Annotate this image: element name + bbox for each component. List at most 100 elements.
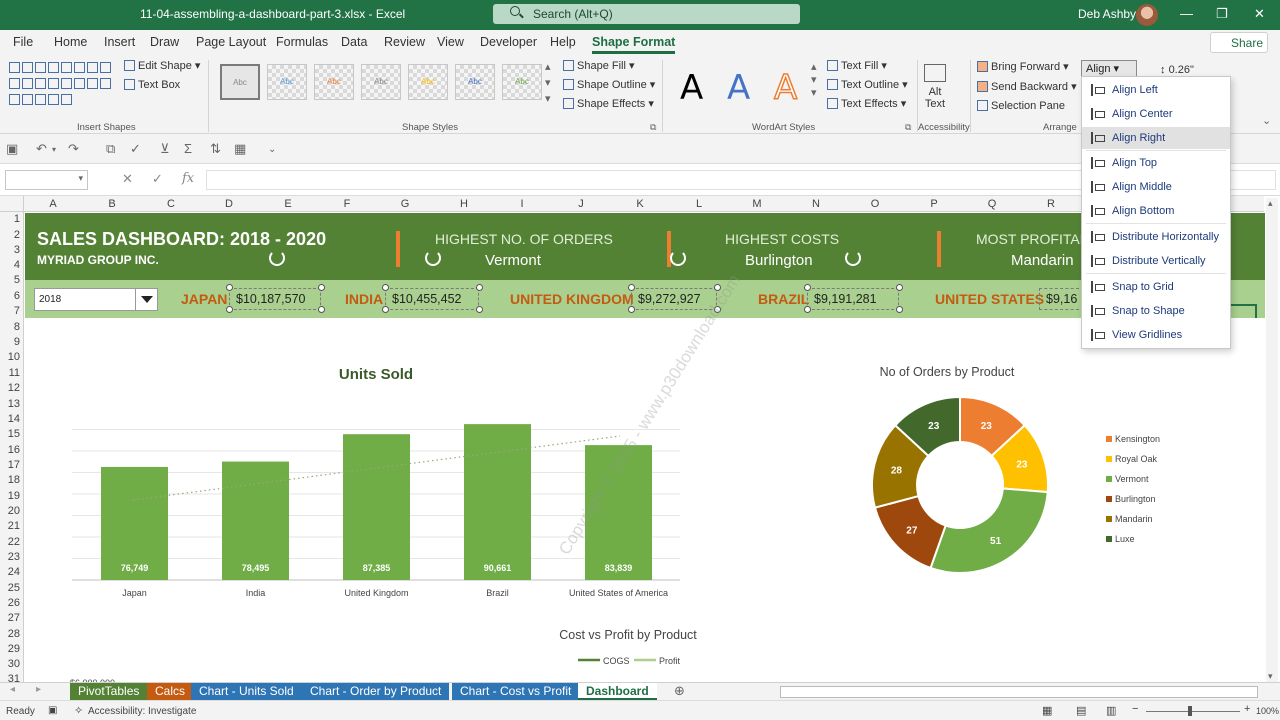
vertical-scrollbar[interactable]: ▴ ▾	[1266, 198, 1278, 682]
row-header[interactable]: 26	[8, 597, 20, 609]
tab-insert[interactable]: Insert	[104, 35, 135, 49]
edit-shape-button[interactable]: Edit Shape ▾	[124, 59, 200, 72]
undo-dropdown-icon[interactable]: ▾	[52, 145, 56, 154]
shapes-gallery[interactable]	[8, 61, 118, 113]
resize-handle[interactable]	[476, 306, 483, 313]
scroll-down-icon[interactable]: ▾	[1268, 671, 1273, 682]
column-header[interactable]: A	[43, 198, 63, 210]
country-amount[interactable]: $9,191,281	[807, 288, 899, 310]
shape-style-1[interactable]: Abc	[220, 64, 260, 100]
align-button[interactable]: Align ▾	[1081, 60, 1137, 77]
page-layout-icon[interactable]: ▤	[1076, 704, 1086, 717]
column-header[interactable]: C	[161, 198, 181, 210]
country-amount[interactable]: $9,272,927	[631, 288, 717, 310]
resize-handle[interactable]	[226, 284, 233, 291]
tab-developer[interactable]: Developer	[480, 35, 537, 49]
rotate-handle-icon[interactable]	[670, 250, 686, 266]
shape-style-6[interactable]: Abc	[455, 64, 495, 100]
column-header[interactable]: P	[924, 198, 944, 210]
wordart-scroll[interactable]: ▴ ▾ ▾	[811, 60, 817, 99]
tab-home[interactable]: Home	[54, 35, 87, 49]
align-menu-item-view-gridlines[interactable]: View Gridlines	[1082, 324, 1230, 346]
avatar[interactable]	[1136, 4, 1158, 26]
rotate-handle-icon[interactable]	[425, 250, 441, 266]
customize-qat-icon[interactable]: ⌄	[268, 144, 276, 155]
column-header[interactable]: L	[689, 198, 709, 210]
column-header[interactable]: O	[865, 198, 885, 210]
row-header[interactable]: 15	[8, 428, 20, 440]
minimize-icon[interactable]: —	[1180, 6, 1193, 21]
cancel-icon[interactable]: ✕	[122, 171, 133, 187]
sheet-tab-chart-order-by-product[interactable]: Chart - Order by Product	[302, 683, 450, 700]
tab-page-layout[interactable]: Page Layout	[196, 35, 266, 49]
column-header[interactable]: I	[512, 198, 532, 210]
autosum-icon[interactable]: Σ	[184, 141, 192, 156]
status-accessibility[interactable]: Accessibility: Investigate	[88, 706, 196, 717]
sheet-tab-pivottables[interactable]: PivotTables	[70, 683, 148, 700]
normal-view-icon[interactable]: ▦	[1042, 704, 1052, 717]
styles-scroll-up[interactable]: ▴	[545, 60, 551, 73]
row-header[interactable]: 22	[8, 536, 20, 548]
enter-icon[interactable]: ✓	[152, 171, 163, 187]
row-header[interactable]: 25	[8, 582, 20, 594]
row-header[interactable]: 18	[8, 474, 20, 486]
column-header[interactable]: H	[454, 198, 474, 210]
tab-shape-format[interactable]: Shape Format	[592, 35, 676, 54]
resize-handle[interactable]	[896, 284, 903, 291]
new-sheet-icon[interactable]: ⊕	[674, 683, 685, 699]
camera-icon[interactable]: ⧉	[106, 141, 115, 157]
zoom-level[interactable]: 100%	[1256, 706, 1279, 716]
zoom-in-icon[interactable]: +	[1244, 703, 1250, 715]
shape-effects-button[interactable]: Shape Effects ▾	[563, 97, 654, 110]
shape-style-2[interactable]: Abc	[267, 64, 307, 100]
select-all-corner[interactable]	[0, 196, 24, 212]
align-menu-item-align-right[interactable]: Align Right	[1082, 127, 1230, 149]
row-header[interactable]: 3	[14, 244, 20, 256]
align-menu-item-distribute-horizontally[interactable]: Distribute Horizontally	[1082, 226, 1230, 248]
tab-view[interactable]: View	[437, 35, 464, 49]
country-amount[interactable]: $9,16	[1039, 288, 1079, 310]
row-header[interactable]: 5	[14, 274, 20, 286]
sheet-tab-chart-units-sold[interactable]: Chart - Units Sold	[191, 683, 302, 700]
styles-more[interactable]: ▾	[545, 92, 551, 105]
column-header[interactable]: B	[102, 198, 122, 210]
wordart-style-black[interactable]: A	[680, 68, 703, 108]
row-header[interactable]: 14	[8, 413, 20, 425]
row-header[interactable]: 30	[8, 658, 20, 670]
undo-icon[interactable]: ↶	[36, 141, 47, 157]
align-menu-item-align-bottom[interactable]: Align Bottom	[1082, 200, 1230, 222]
tab-formulas[interactable]: Formulas	[276, 35, 328, 49]
tab-draw[interactable]: Draw	[150, 35, 179, 49]
sheet-tab-calcs[interactable]: Calcs	[147, 683, 194, 700]
shape-style-5[interactable]: Abc	[408, 64, 448, 100]
column-header[interactable]: M	[747, 198, 767, 210]
text-box-button[interactable]: Text Box	[124, 79, 180, 91]
rotate-handle-icon[interactable]	[845, 250, 861, 266]
row-header[interactable]: 29	[8, 643, 20, 655]
country-amount[interactable]: $10,455,452	[385, 288, 479, 310]
align-menu-item-align-middle[interactable]: Align Middle	[1082, 176, 1230, 198]
styles-scroll-down[interactable]: ▾	[545, 76, 551, 89]
prev-sheet-icon[interactable]: ◂	[10, 684, 15, 695]
tab-data[interactable]: Data	[341, 35, 367, 49]
column-header[interactable]: N	[806, 198, 826, 210]
rotate-handle-icon[interactable]	[269, 250, 285, 266]
horizontal-scrollbar[interactable]	[780, 686, 1258, 698]
column-header[interactable]: D	[219, 198, 239, 210]
row-header[interactable]: 9	[14, 336, 20, 348]
column-header[interactable]: K	[630, 198, 650, 210]
wordart-style-orange[interactable]: A	[773, 67, 798, 109]
column-header[interactable]: J	[571, 198, 591, 210]
resize-handle[interactable]	[804, 284, 811, 291]
row-header[interactable]: 2	[14, 229, 20, 241]
zoom-out-icon[interactable]: −	[1132, 703, 1138, 715]
text-effects-button[interactable]: Text Effects ▾	[827, 97, 906, 110]
resize-handle[interactable]	[476, 284, 483, 291]
page-break-icon[interactable]: ▥	[1106, 704, 1116, 717]
spelling-icon[interactable]: ✓	[130, 141, 141, 157]
borders-icon[interactable]: ▦	[234, 141, 246, 157]
shape-outline-button[interactable]: Shape Outline ▾	[563, 78, 655, 91]
zoom-thumb[interactable]	[1188, 706, 1192, 716]
row-header[interactable]: 16	[8, 444, 20, 456]
chevron-down-icon[interactable]	[135, 289, 157, 310]
